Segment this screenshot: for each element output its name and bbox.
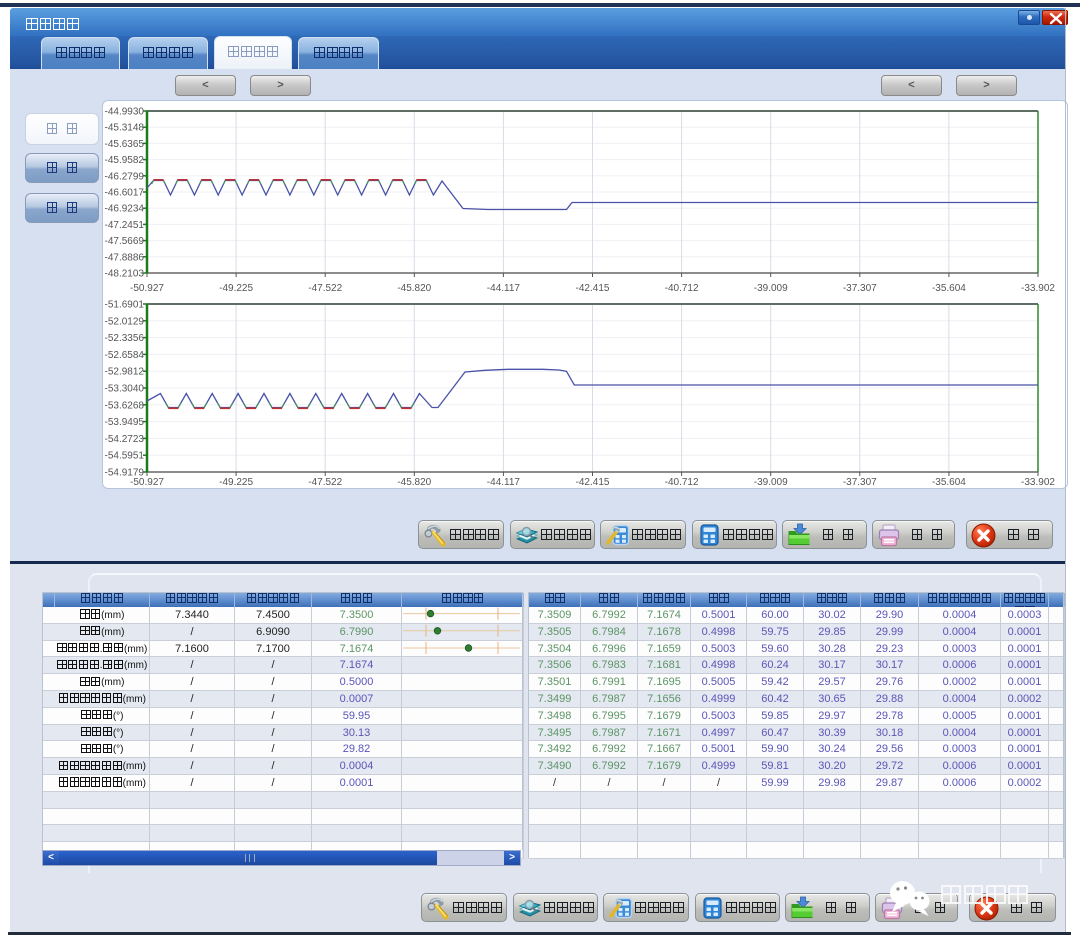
svg-text:-42.415: -42.415	[576, 477, 610, 488]
svg-text:-37.307: -37.307	[843, 477, 877, 488]
svg-text:-33.902: -33.902	[1021, 477, 1055, 488]
svg-text:-52.9812: -52.9812	[105, 367, 145, 378]
svg-text:-47.522: -47.522	[308, 477, 342, 488]
svg-text:-47.5669: -47.5669	[105, 236, 145, 247]
svg-text:-33.902: -33.902	[1021, 283, 1055, 294]
svg-text:-49.225: -49.225	[219, 477, 253, 488]
svg-text:-35.604: -35.604	[932, 477, 966, 488]
svg-text:-50.927: -50.927	[130, 477, 164, 488]
svg-text:-53.9495: -53.9495	[105, 417, 145, 428]
svg-text:-48.2103: -48.2103	[105, 269, 145, 280]
svg-text:-42.415: -42.415	[576, 283, 610, 294]
svg-text:-45.6365: -45.6365	[105, 139, 145, 150]
svg-text:-35.604: -35.604	[932, 283, 966, 294]
svg-text:-46.2799: -46.2799	[105, 171, 145, 182]
svg-text:-50.927: -50.927	[130, 283, 164, 294]
svg-text:-54.2723: -54.2723	[105, 434, 145, 445]
svg-text:-45.820: -45.820	[397, 283, 431, 294]
svg-text:-49.225: -49.225	[219, 283, 253, 294]
svg-text:-39.009: -39.009	[754, 477, 788, 488]
svg-text:-52.3356: -52.3356	[105, 333, 145, 344]
svg-text:-45.820: -45.820	[397, 477, 431, 488]
svg-text:-53.6268: -53.6268	[105, 400, 145, 411]
svg-text:-46.9234: -46.9234	[105, 204, 145, 215]
svg-text:-51.6901: -51.6901	[105, 300, 145, 311]
svg-text:-40.712: -40.712	[665, 283, 699, 294]
svg-text:-47.522: -47.522	[308, 283, 342, 294]
svg-text:-47.8886: -47.8886	[105, 252, 145, 263]
svg-text:-44.117: -44.117	[487, 283, 521, 294]
svg-text:-52.6584: -52.6584	[105, 350, 145, 361]
svg-text:-39.009: -39.009	[754, 283, 788, 294]
svg-text:-45.9582: -45.9582	[105, 155, 145, 166]
svg-text:-47.2451: -47.2451	[105, 220, 145, 231]
svg-text:-45.3148: -45.3148	[105, 123, 145, 134]
svg-text:-54.5951: -54.5951	[105, 451, 145, 462]
svg-text:-37.307: -37.307	[843, 283, 877, 294]
svg-text:-40.712: -40.712	[665, 477, 699, 488]
svg-text:-46.6017: -46.6017	[105, 188, 145, 199]
svg-text:-44.9930: -44.9930	[105, 107, 145, 118]
svg-text:-52.0129: -52.0129	[105, 316, 145, 327]
svg-text:-53.3040: -53.3040	[105, 384, 145, 395]
svg-text:-44.117: -44.117	[487, 477, 521, 488]
